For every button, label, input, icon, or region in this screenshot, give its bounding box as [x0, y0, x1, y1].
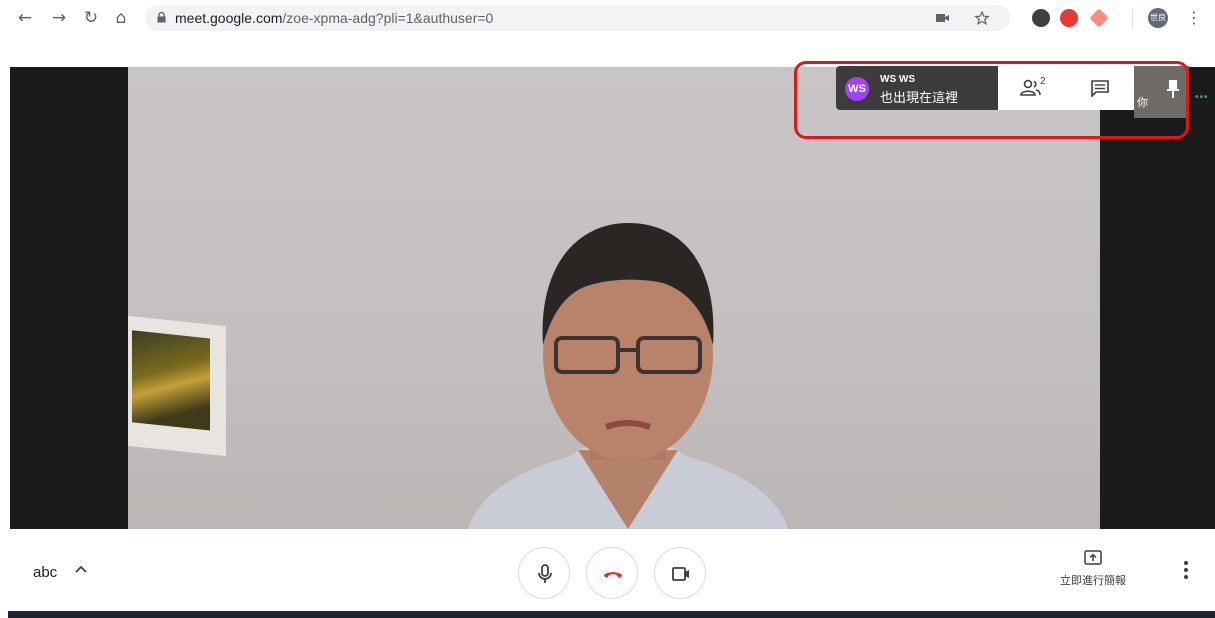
- forward-arrow-icon[interactable]: →: [48, 7, 70, 29]
- browser-toolbar: ← → ↻ ⌂ meet.google.com/zoe-xpma-adg?pli…: [0, 0, 1215, 36]
- toolbar-divider: [1132, 9, 1133, 27]
- camera-button[interactable]: [654, 547, 706, 599]
- extension-settings-icon[interactable]: [1032, 9, 1050, 27]
- microphone-icon: [538, 564, 552, 583]
- present-now-label: 立即進行簡報: [1060, 574, 1126, 587]
- url-text: meet.google.com/zoe-xpma-adg?pli=1&authu…: [175, 10, 494, 26]
- lock-icon: [157, 12, 166, 23]
- more-options-vertical-icon[interactable]: [1178, 559, 1194, 581]
- extension-red-icon[interactable]: [1060, 9, 1078, 27]
- browser-menu-icon[interactable]: ⋮: [1186, 7, 1202, 29]
- profile-avatar[interactable]: 世良: [1148, 8, 1168, 28]
- camera-indicator-icon[interactable]: [935, 11, 951, 25]
- present-screen-icon: [1084, 550, 1102, 565]
- end-call-button[interactable]: [586, 547, 638, 599]
- wall-picture-frame: [128, 315, 226, 457]
- extension-cast-icon[interactable]: [1089, 8, 1109, 28]
- participant-person: [468, 223, 788, 529]
- bookmark-star-icon[interactable]: [974, 11, 990, 25]
- more-options-icon[interactable]: •••: [1195, 92, 1209, 103]
- reload-icon[interactable]: ↻: [80, 7, 102, 29]
- present-now-button[interactable]: 立即進行簡報: [1048, 550, 1138, 596]
- video-camera-icon: [672, 567, 689, 581]
- address-bar[interactable]: meet.google.com/zoe-xpma-adg?pli=1&authu…: [145, 5, 1010, 31]
- microphone-button[interactable]: [518, 547, 570, 599]
- meeting-code: abc: [33, 564, 58, 581]
- back-arrow-icon[interactable]: ←: [14, 7, 36, 29]
- home-icon[interactable]: ⌂: [110, 7, 132, 29]
- os-taskbar: [8, 611, 1215, 618]
- highlight-annotation: [794, 61, 1189, 139]
- bottom-control-bar: abc 立即進行簡報: [0, 529, 1215, 611]
- chevron-up-icon[interactable]: [73, 561, 89, 577]
- hang-up-icon: [604, 572, 622, 578]
